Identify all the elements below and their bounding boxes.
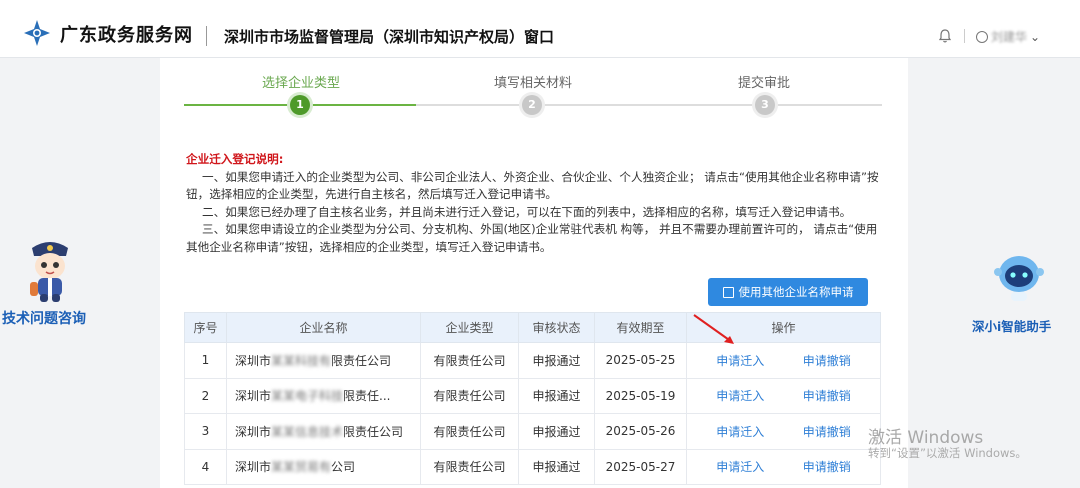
cell-actions: 申请迁入 申请撤销 <box>686 413 881 450</box>
cell-no: 2 <box>184 377 227 414</box>
table-header-row: 序号 企业名称 企业类型 审核状态 有效期至 操作 <box>184 312 881 343</box>
edit-icon <box>722 286 734 298</box>
col-header-expiry: 有效期至 <box>594 312 687 343</box>
cell-name: 深圳市某某电子科技限责任... <box>226 377 421 414</box>
apply-move-in-link[interactable]: 申请迁入 <box>716 458 764 475</box>
apply-move-in-link[interactable]: 申请迁入 <box>716 352 764 369</box>
name-redacted: 某某科技有 <box>271 353 332 368</box>
notes-line: 一、如果您申请迁入的企业类型为公司、非公司企业法人、外资企业、合伙企业、个人独资… <box>202 169 879 184</box>
cell-type: 有限责任公司 <box>420 342 519 379</box>
table-row: 3 深圳市某某信息技术限责任公司 有限责任公司 申报通过 2025-05-26 … <box>184 413 881 450</box>
name-prefix: 深圳市 <box>235 424 272 439</box>
apply-cancel-link[interactable]: 申请撤销 <box>803 387 851 404</box>
cell-no: 4 <box>184 448 227 485</box>
step-1-label: 选择企业类型 <box>262 76 341 91</box>
tech-support-label[interactable]: 技术问题咨询 <box>2 308 86 328</box>
name-suffix: 限责任... <box>343 389 391 404</box>
name-suffix: 限责任公司 <box>331 353 392 368</box>
name-prefix: 深圳市 <box>235 460 272 475</box>
ai-assistant-robot-icon[interactable] <box>992 250 1046 304</box>
name-redacted: 某某电子科技 <box>271 389 344 404</box>
cell-actions: 申请迁入 申请撤销 <box>686 448 881 485</box>
bell-icon[interactable] <box>937 28 953 44</box>
ai-assistant-label[interactable]: 深小i智能助手 <box>972 316 1051 335</box>
guangdong-logo-icon[interactable] <box>24 20 50 46</box>
cell-name: 深圳市某某贸易有公司 <box>226 448 421 485</box>
header-divider <box>206 26 207 46</box>
cell-expiry: 2025-05-27 <box>594 448 687 485</box>
cell-no: 3 <box>184 413 227 450</box>
notes-line: 其他企业名称申请”按钮，选择相应的企业类型，填写迁入登记申请书。 <box>186 239 552 254</box>
step-2-label: 填写相关材料 <box>494 76 573 91</box>
step-3-label: 提交审批 <box>738 76 791 91</box>
apply-move-in-link[interactable]: 申请迁入 <box>716 387 764 404</box>
name-prefix: 深圳市 <box>235 389 272 404</box>
company-table: 序号 企业名称 企业类型 审核状态 有效期至 操作 1 深圳市某某科技有限责任公… <box>184 312 881 485</box>
col-header-status: 审核状态 <box>518 312 595 343</box>
cell-name: 深圳市某某信息技术限责任公司 <box>226 413 421 450</box>
apply-cancel-link[interactable]: 申请撤销 <box>803 458 851 475</box>
windows-watermark-subtitle: 转到“设置”以激活 Windows。 <box>868 446 1027 460</box>
registration-notes: 企业迁入登记说明: 一、如果您申请迁入的企业类型为公司、非公司企业法人、外资企业… <box>186 151 886 256</box>
user-name: 刘建华 <box>991 30 1028 44</box>
cell-status: 申报通过 <box>518 413 595 450</box>
cell-type: 有限责任公司 <box>420 377 519 414</box>
step-progress-pending <box>416 104 882 106</box>
notes-line: 二、如果您已经办理了自主核名业务，并且尚未进行迁入登记，可以在下面的列表中，选择… <box>202 204 852 219</box>
notes-title: 企业迁入登记说明: <box>186 152 284 166</box>
step-3-circle: 3 <box>755 95 775 115</box>
chevron-down-icon: ⌄ <box>1030 29 1041 44</box>
cell-name: 深圳市某某科技有限责任公司 <box>226 342 421 379</box>
cell-type: 有限责任公司 <box>420 413 519 450</box>
cell-no: 1 <box>184 342 227 379</box>
table-row: 1 深圳市某某科技有限责任公司 有限责任公司 申报通过 2025-05-25 申… <box>184 342 881 379</box>
step-1-circle: 1 <box>290 95 310 115</box>
notes-line: 钮，选择相应的企业类型，先进行自主核名，然后填写迁入登记申请书。 <box>186 187 558 201</box>
name-prefix: 深圳市 <box>235 353 272 368</box>
cell-status: 申报通过 <box>518 377 595 414</box>
user-menu[interactable]: 刘建华 ⌄ <box>976 28 1040 45</box>
notes-line: 三、如果您申请设立的企业类型为分公司、分支机构、外国(地区)企业常驻代表机 构等… <box>202 222 878 236</box>
cell-expiry: 2025-05-26 <box>594 413 687 450</box>
col-header-name: 企业名称 <box>226 312 421 343</box>
step-2-circle: 2 <box>522 95 542 115</box>
top-header: 广东政务服务网 深圳市市场监督管理局（深圳市知识产权局）窗口 刘建华 ⌄ <box>0 0 1080 58</box>
col-header-type: 企业类型 <box>420 312 519 343</box>
site-brand[interactable]: 广东政务服务网 <box>60 21 193 47</box>
table-row: 2 深圳市某某电子科技限责任... 有限责任公司 申报通过 2025-05-19… <box>184 377 881 414</box>
name-suffix: 限责任公司 <box>343 424 404 439</box>
police-mascot-icon[interactable] <box>22 234 78 302</box>
user-icon <box>976 30 988 43</box>
cell-type: 有限责任公司 <box>420 448 519 485</box>
cell-status: 申报通过 <box>518 448 595 485</box>
cell-expiry: 2025-05-19 <box>594 377 687 414</box>
apply-move-in-link[interactable]: 申请迁入 <box>716 423 764 440</box>
department-title: 深圳市市场监督管理局（深圳市知识产权局）窗口 <box>224 28 555 46</box>
apply-cancel-link[interactable]: 申请撤销 <box>803 352 851 369</box>
cell-actions: 申请迁入 申请撤销 <box>686 377 881 414</box>
header-separator <box>964 29 965 43</box>
name-redacted: 某某贸易有 <box>271 460 332 475</box>
name-suffix: 公司 <box>331 460 356 475</box>
col-header-no: 序号 <box>184 312 227 343</box>
cell-status: 申报通过 <box>518 342 595 379</box>
red-arrow-annotation <box>693 314 734 344</box>
name-redacted: 某某信息技术 <box>271 424 344 439</box>
cell-expiry: 2025-05-25 <box>594 342 687 379</box>
use-other-name-label: 使用其他企业名称申请 <box>738 285 854 299</box>
apply-cancel-link[interactable]: 申请撤销 <box>803 423 851 440</box>
table-row: 4 深圳市某某贸易有公司 有限责任公司 申报通过 2025-05-27 申请迁入… <box>184 448 881 485</box>
use-other-name-button[interactable]: 使用其他企业名称申请 <box>708 278 868 306</box>
